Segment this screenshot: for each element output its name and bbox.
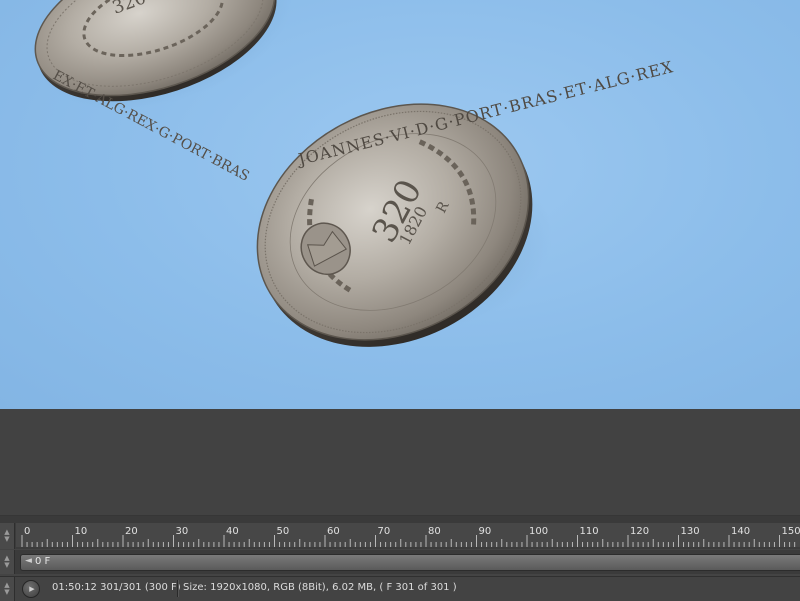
ruler-tick-label: 100	[529, 526, 548, 537]
status-spinner[interactable]: ▲ ▼	[0, 577, 15, 601]
play-icon: ▶	[29, 585, 34, 593]
image-size-info: Size: 1920x1080, RGB (8Bit), 6.02 MB, ( …	[183, 582, 457, 593]
ruler-tick-label: 50	[277, 526, 290, 537]
ruler-tick-label: 130	[681, 526, 700, 537]
render-viewport[interactable]: EX·ET·ALG·REX·G·PORT·BRAS 320 JOANNES·VI…	[0, 0, 800, 409]
frame-row: ▲ ▼ ◄ 0 F	[0, 550, 800, 574]
ruler-tick-label: 140	[731, 526, 750, 537]
timecode-readout: 01:50:12 301/301 (300 F)	[52, 582, 181, 593]
current-frame-field[interactable]: ◄ 0 F	[20, 554, 800, 571]
ruler-tick-label: 20	[125, 526, 138, 537]
current-frame-label: 0 F	[35, 556, 50, 567]
ruler-tick-label: 10	[75, 526, 88, 537]
ruler-ticks: 0 10 20 30 40 50 60 70 80 90 100 110 120 130 140 150	[16, 523, 800, 547]
ruler-tick-label: 60	[327, 526, 340, 537]
timeline-ruler-row: ▲ ▼ 0 10 20 30 40 50 60 70 80 90 100 110 120 130 140 15…	[0, 523, 800, 549]
ruler-spinner[interactable]: ▲ ▼	[0, 523, 15, 549]
ruler-tick-label: 30	[176, 526, 189, 537]
coins-render: EX·ET·ALG·REX·G·PORT·BRAS 320 JOANNES·VI…	[0, 0, 800, 409]
ruler-tick-label: 40	[226, 526, 239, 537]
ruler-tick-label: 150	[782, 526, 800, 537]
ruler-tick-label: 0	[24, 526, 30, 537]
status-divider	[177, 580, 179, 597]
ruler-tick-label: 80	[428, 526, 441, 537]
ruler-tick-label: 120	[630, 526, 649, 537]
empty-panel-area	[0, 409, 800, 515]
status-bar: ▲ ▼ ▶ 01:50:12 301/301 (300 F) Size: 192…	[0, 576, 800, 601]
timeline-ruler[interactable]: 0 10 20 30 40 50 60 70 80 90 100 110 120 130 140 150	[16, 523, 800, 547]
spinner-down-icon[interactable]: ▼	[4, 536, 9, 543]
ruler-tick-label: 90	[479, 526, 492, 537]
play-button[interactable]: ▶	[22, 580, 40, 598]
ruler-tick-label: 70	[378, 526, 391, 537]
spinner-down-icon[interactable]: ▼	[4, 589, 9, 596]
spinner-down-icon[interactable]: ▼	[4, 562, 9, 569]
ruler-tick-label: 110	[580, 526, 599, 537]
frame-marker-icon: ◄	[25, 556, 32, 566]
frame-spinner[interactable]: ▲ ▼	[0, 550, 15, 574]
